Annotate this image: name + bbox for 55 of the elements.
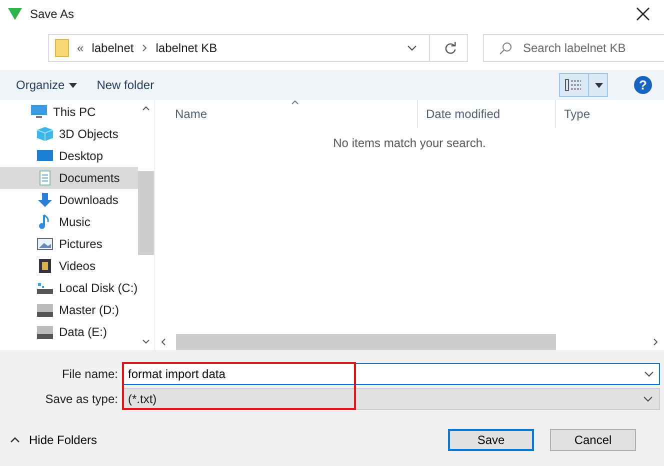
- search-icon: [499, 42, 512, 55]
- details-view-icon: [564, 78, 582, 92]
- file-type-dropdown[interactable]: (*.txt): [122, 388, 660, 410]
- sidebar-item[interactable]: 3D Objects: [0, 123, 138, 145]
- separator-chevron-icon: [142, 44, 148, 52]
- cancel-button[interactable]: Cancel: [550, 429, 636, 451]
- app-logo-icon: [8, 8, 22, 20]
- drive-icon: [36, 324, 54, 340]
- drive-icon: [36, 280, 54, 296]
- sidebar-item[interactable]: Downloads: [0, 189, 138, 211]
- dropdown-caret-icon: [643, 396, 653, 402]
- caret-icon: [10, 437, 20, 443]
- sidebar-item[interactable]: Local Disk (C:): [0, 277, 138, 299]
- desktop-icon: [36, 148, 54, 164]
- picture-icon: [36, 236, 54, 252]
- refresh-icon[interactable]: [444, 42, 457, 54]
- help-icon[interactable]: ?: [634, 76, 652, 94]
- sidebar-item[interactable]: This PC: [0, 101, 138, 123]
- window-title: Save As: [30, 7, 74, 21]
- column-header[interactable]: Type: [555, 100, 664, 128]
- address-bar[interactable]: « labelnet labelnet KB: [48, 34, 468, 62]
- organize-button[interactable]: Organize: [8, 74, 85, 96]
- new-folder-button[interactable]: New folder: [88, 74, 162, 96]
- file-name-field[interactable]: format import data: [122, 362, 660, 384]
- path-overflow-chevron[interactable]: «: [77, 41, 84, 55]
- dropdown-caret-icon[interactable]: [407, 45, 417, 51]
- sort-caret-icon: [291, 100, 299, 105]
- column-header[interactable]: Date modified: [417, 100, 555, 128]
- download-arrow-icon: [36, 192, 54, 208]
- sidebar-item[interactable]: Music: [0, 211, 138, 233]
- sidebar-item[interactable]: Desktop: [0, 145, 138, 167]
- hide-folders-button[interactable]: Hide Folders: [10, 433, 98, 447]
- caret-icon: [68, 82, 77, 88]
- cube-icon: [36, 126, 54, 142]
- folder-icon: [55, 39, 69, 57]
- monitor-icon: [30, 104, 48, 120]
- empty-message: No items match your search.: [332, 136, 487, 150]
- breadcrumb-item[interactable]: labelnet: [92, 41, 134, 55]
- column-header[interactable]: Name: [155, 100, 417, 128]
- film-icon: [36, 258, 54, 274]
- sidebar-item[interactable]: Master (D:): [0, 299, 138, 321]
- caret-icon: [595, 82, 603, 88]
- drive-icon: [36, 302, 54, 318]
- sidebar-item[interactable]: Data (E:): [0, 321, 138, 343]
- view-options-button[interactable]: [559, 73, 608, 97]
- dropdown-caret-icon[interactable]: [644, 370, 654, 376]
- close-icon[interactable]: [636, 7, 650, 21]
- sidebar-item[interactable]: Videos: [0, 255, 138, 277]
- save-button[interactable]: Save: [448, 429, 534, 451]
- field-label: Save as type:: [44, 392, 119, 406]
- breadcrumb-item[interactable]: labelnet KB: [156, 41, 218, 55]
- sidebar-item[interactable]: Documents: [0, 167, 138, 189]
- sidebar-item[interactable]: Pictures: [0, 233, 138, 255]
- search-field[interactable]: Search labelnet KB: [483, 34, 664, 62]
- field-label: File name:: [60, 366, 119, 380]
